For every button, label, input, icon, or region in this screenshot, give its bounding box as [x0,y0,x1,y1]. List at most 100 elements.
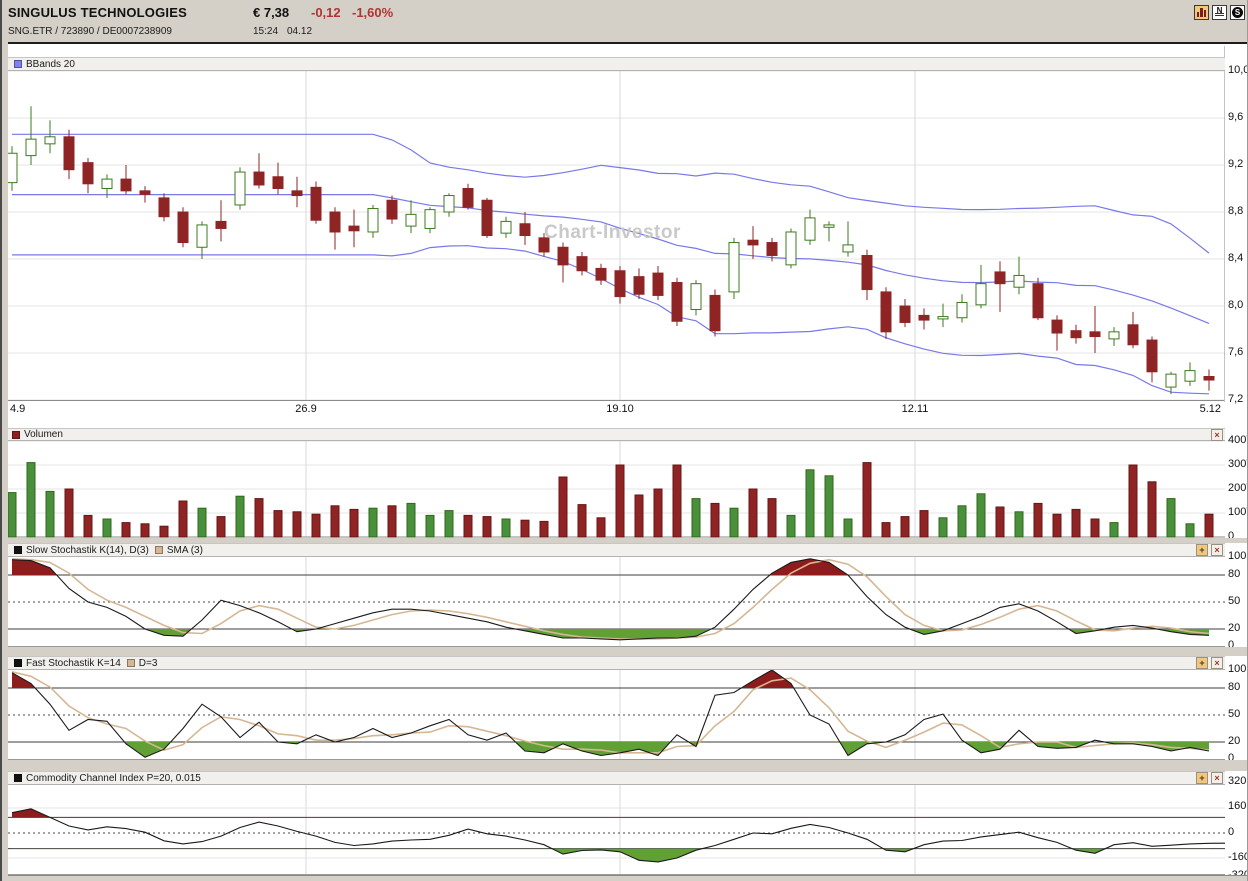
window-bottom-edge [0,875,1247,881]
x-tick-label: 5.12 [1199,403,1221,415]
x-tick-label: 12.11 [901,403,929,415]
y-tick-label: 100T [1228,506,1247,518]
panel-gap [0,538,1247,543]
fast-stochastic-settings-button[interactable]: + [1196,657,1208,669]
fast-d-legend-label: D=3 [138,657,158,669]
quote-date: 04.12 [287,26,313,37]
panel-gap [0,647,1247,656]
oversold-fill [12,742,1209,758]
last-price: € 7,38 [253,5,290,20]
y-tick-label: 100 [1228,663,1247,675]
y-tick-label: 50 [1228,708,1241,720]
fast-k-legend-swatch [14,659,22,667]
slow-sma-legend-swatch [154,546,163,554]
slow-k-legend-label: Slow Stochastik K(14), D(3) [26,544,149,556]
cci-legend: Commodity Channel Index P=20, 0.015 [8,771,1225,785]
y-tick-label: -160 [1228,851,1248,863]
close-slow-stochastic-button[interactable]: × [1211,544,1223,556]
cci-panel: Commodity Channel Index P=20, 0.015 + × [8,771,1225,875]
y-tick-label: 320 [1228,775,1247,787]
close-cci-button[interactable]: × [1211,772,1223,784]
news-icon-line [1215,15,1224,16]
volume-legend-swatch [12,430,20,439]
x-tick-label: 26.9 [295,403,317,415]
y-tick-label: 0 [1228,826,1235,838]
panel-gap [0,760,1247,771]
y-tick-label: 20 [1228,735,1241,747]
volume-panel: Volumen × [8,428,1225,538]
slow-stochastic-panel: Slow Stochastik K(14), D(3) SMA (3) + × [8,543,1225,647]
oversold-fill [12,848,1209,862]
quote-time: 15:24 [253,26,279,37]
chart-view-icon[interactable] [1194,5,1209,20]
bbands-legend-label: BBands 20 [26,58,75,70]
svg-slow-series-K [11,558,1210,641]
chart-investor-window: SINGULUS TECHNOLOGIES SNG.ETR / 723890 /… [0,0,1248,881]
y-tick-label: 160 [1228,800,1247,812]
change-percent: -1,60% [352,5,394,20]
fast-stochastic-legend: Fast Stochastik K=14 D=3 [8,656,1225,670]
y-tick-label: 9,2 [1228,158,1244,170]
slow-k-legend-swatch [14,546,22,554]
header-bar: SINGULUS TECHNOLOGIES SNG.ETR / 723890 /… [0,0,1247,44]
chart-icon-bar [1203,10,1206,17]
y-tick-label: 7,6 [1228,346,1244,358]
fast-d-legend-swatch [126,659,135,667]
news-icon-glyph: N [1216,6,1223,15]
slow-stochastic-settings-button[interactable]: + [1196,544,1208,556]
cci-settings-button[interactable]: + [1196,772,1208,784]
price-panel-legend: BBands 20 [8,57,1225,71]
volume-chart-canvas[interactable] [8,428,1225,538]
y-tick-label: 400T [1228,434,1247,446]
y-tick-label: 8,8 [1228,205,1244,217]
oversold-fill [12,629,1209,640]
cci-canvas[interactable] [8,771,1225,875]
close-fast-stochastic-button[interactable]: × [1211,657,1223,669]
instrument-identifiers: SNG.ETR / 723890 / DE0007238909 [8,26,172,37]
x-tick-label: 4.9 [10,403,26,415]
volume-legend-label: Volumen [24,429,63,440]
candles-layer [8,106,1215,395]
close-volume-panel-button[interactable]: × [1211,429,1223,441]
overbought-fill [12,558,1209,575]
stock-icon-glyph: S [1232,7,1243,18]
svg-cci-grid [8,785,1225,875]
change-absolute: -0,12 [311,5,341,20]
volume-bars-layer [8,462,1214,538]
chart-investor-watermark: Chart-Investor [544,222,681,243]
bollinger-bands-layer [12,133,1210,395]
bbands-legend-swatch [14,60,22,68]
slow-stochastic-canvas[interactable] [8,543,1225,647]
chart-icon-bar [1200,8,1203,17]
y-tick-label: 10,0 [1228,64,1248,76]
chart-icon-bar [1197,12,1200,17]
instrument-title: SINGULUS TECHNOLOGIES [8,5,187,20]
y-tick-label: 8,0 [1228,299,1244,311]
fast-k-legend-label: Fast Stochastik K=14 [26,657,121,669]
window-left-edge [0,0,8,881]
svg-fast-series-D [11,671,1210,754]
volume-panel-legend: Volumen [8,428,1225,441]
news-icon-line [1215,13,1224,14]
y-tick-label: 7,2 [1228,393,1244,405]
cci-legend-swatch [14,774,22,782]
y-tick-label: 50 [1228,595,1241,607]
cci-legend-label: Commodity Channel Index P=20, 0.015 [26,772,201,784]
y-tick-label: 100 [1228,550,1247,562]
y-tick-label: 80 [1228,568,1241,580]
overbought-fill [12,808,1209,818]
y-tick-label: 9,6 [1228,111,1244,123]
y-tick-label: 300T [1228,458,1247,470]
news-icon[interactable]: N [1212,5,1227,20]
svg-cci-series-CCI [11,808,1225,863]
fast-stochastic-canvas[interactable] [8,656,1225,760]
stock-info-icon[interactable]: S [1230,5,1245,20]
fast-stochastic-panel: Fast Stochastik K=14 D=3 + × [8,656,1225,760]
slow-sma-legend-label: SMA (3) [166,544,203,556]
slow-stochastic-legend: Slow Stochastik K(14), D(3) SMA (3) [8,543,1225,557]
y-tick-label: 20 [1228,622,1241,634]
y-tick-label: 80 [1228,681,1241,693]
svg-slow-series-SMA [11,558,1210,640]
x-tick-label: 19.10 [606,403,634,415]
y-tick-label: 8,4 [1228,252,1244,264]
